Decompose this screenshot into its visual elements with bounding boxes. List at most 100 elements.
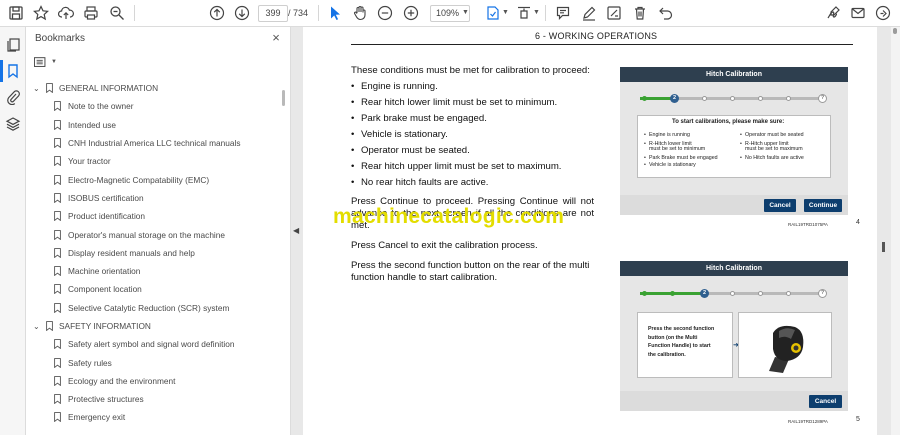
layers-icon[interactable]: [5, 116, 21, 132]
bookmark-icon: [54, 101, 61, 112]
progress-step-done: [670, 291, 675, 296]
bookmark-item[interactable]: Selective Catalytic Reduction (SCR) syst…: [26, 299, 282, 317]
bookmark-options-button[interactable]: ▼: [34, 54, 60, 70]
bookmark-item[interactable]: Product identification: [26, 207, 282, 225]
attachment-icon[interactable]: [5, 89, 21, 106]
undo-icon[interactable]: [656, 3, 676, 23]
bookmark-icon: [54, 174, 61, 185]
bookmark-section[interactable]: ⌄ SAFETY INFORMATION: [26, 317, 282, 335]
navigation-rail: [0, 27, 26, 435]
zoom-in-icon[interactable]: [401, 3, 421, 23]
cancel-button[interactable]: Cancel: [764, 199, 796, 212]
conditions-card-title: To start calibrations, please make sure:: [672, 119, 785, 125]
comment-icon[interactable]: [553, 3, 573, 23]
progress-step-current: 2: [670, 94, 679, 103]
bookmark-icon: [46, 321, 53, 331]
figure-title: Hitch Calibration: [620, 67, 848, 82]
bookmark-label: Display resident manuals and help: [68, 247, 195, 258]
pages-icon[interactable]: [5, 37, 21, 53]
progress-step: [758, 291, 763, 296]
bookmark-label: Ecology and the environment: [68, 375, 176, 386]
document-scroll-thumb[interactable]: [893, 28, 897, 34]
bookmark-item[interactable]: Ecology and the environment: [26, 372, 282, 390]
document-viewport: 6 - WORKING OPERATIONS These conditions …: [291, 27, 900, 435]
mail-icon[interactable]: [848, 3, 868, 23]
bookmark-item[interactable]: Display resident manuals and help: [26, 244, 282, 262]
figure-hitch-calibration-conditions: Hitch Calibration 2 ? To start calibrati…: [620, 67, 848, 215]
condition-bullet: • Vehicle is stationary.: [351, 129, 448, 140]
bookmark-section[interactable]: ⌄ GENERAL INFORMATION: [26, 79, 282, 97]
save-icon[interactable]: [6, 3, 26, 23]
zoom-search-icon[interactable]: [107, 3, 127, 23]
bookmarks-scrollbar[interactable]: [281, 79, 287, 435]
bookmarks-panel: Bookmarks × ▼ ⌄ GENERAL INFORMATION Note t…: [26, 27, 291, 435]
hand-icon[interactable]: [350, 3, 370, 23]
bookmark-icon: [54, 412, 61, 423]
paragraph-cancel: Press Cancel to exit the calibration pro…: [351, 240, 538, 251]
star-icon[interactable]: [31, 3, 51, 23]
sign-icon[interactable]: [824, 3, 844, 23]
bookmark-icon[interactable]: [5, 63, 21, 79]
bookmark-icon: [54, 376, 61, 386]
upload-icon[interactable]: [56, 3, 76, 23]
progress-step: [702, 96, 707, 101]
continue-button[interactable]: Continue: [804, 199, 842, 212]
bookmarks-scroll-thumb[interactable]: [282, 90, 285, 106]
bookmark-label: Emergency exit: [68, 412, 126, 423]
eraser-icon[interactable]: [604, 3, 624, 23]
expand-right-panel-handle[interactable]: [882, 242, 885, 252]
bookmark-item[interactable]: Safety alert symbol and signal word defi…: [26, 335, 282, 353]
bookmark-item[interactable]: Component location: [26, 280, 282, 298]
bookmark-label: Intended use: [68, 119, 116, 130]
pen-icon[interactable]: [579, 3, 599, 23]
bookmark-item[interactable]: Protective structures: [26, 390, 282, 408]
figure-title: Hitch Calibration: [620, 261, 848, 276]
bookmark-item[interactable]: Machine orientation: [26, 262, 282, 280]
active-indicator: [0, 60, 3, 82]
collapse-panel-arrow-icon[interactable]: ◀: [293, 226, 299, 235]
condition-item: • Engine is running: [644, 132, 690, 138]
bookmark-icon: [54, 229, 61, 240]
fit-page-icon[interactable]: [483, 3, 503, 23]
select-cursor-icon[interactable]: [325, 3, 345, 23]
delete-icon[interactable]: [630, 3, 650, 23]
share-icon[interactable]: [873, 3, 893, 23]
bookmark-item[interactable]: Emergency exit: [26, 408, 282, 426]
bookmark-item[interactable]: Note to the owner: [26, 97, 282, 115]
bookmark-item[interactable]: Operator's manual storage on the machine: [26, 225, 282, 243]
page-total-label: / 734: [288, 8, 309, 18]
bookmark-item[interactable]: Your tractor: [26, 152, 282, 170]
bookmark-label: Machine orientation: [68, 266, 141, 277]
conditions-card: To start calibrations, please make sure:…: [637, 115, 831, 178]
chevron-down-icon[interactable]: ⌄: [33, 84, 40, 93]
chevron-down-icon[interactable]: ▼: [502, 9, 509, 16]
bookmark-item[interactable]: Safety rules: [26, 353, 282, 371]
bookmark-item[interactable]: Intended use: [26, 116, 282, 134]
toolbar-divider: [134, 5, 135, 21]
handle-image-card: [738, 312, 832, 378]
bookmark-label: Selective Catalytic Reduction (SCR) syst…: [68, 302, 230, 313]
chevron-down-icon[interactable]: ▼: [462, 9, 469, 16]
document-scrollbar[interactable]: [891, 27, 900, 435]
bookmark-label: Safety alert symbol and signal word defi…: [68, 339, 235, 350]
progress-step-final: ?: [818, 289, 827, 298]
cancel-button[interactable]: Cancel: [809, 395, 842, 408]
close-icon[interactable]: ×: [268, 30, 284, 46]
paragraph-second-function: Press the second function button on the …: [351, 260, 590, 283]
progress-step-final: ?: [818, 94, 827, 103]
page-number-input[interactable]: 399: [258, 5, 288, 22]
bookmark-item[interactable]: Electro-Magnetic Compatability (EMC): [26, 170, 282, 188]
chevron-down-icon[interactable]: ⌄: [33, 322, 40, 331]
scroll-mode-icon[interactable]: [514, 3, 534, 23]
prev-page-icon[interactable]: [207, 3, 227, 23]
chevron-down-icon[interactable]: ▼: [533, 9, 540, 16]
bookmark-item[interactable]: ISOBUS certification: [26, 189, 282, 207]
next-page-icon[interactable]: [232, 3, 252, 23]
progress-step-done: [642, 291, 647, 296]
zoom-out-icon[interactable]: [375, 3, 395, 23]
condition-item-continued: must be set to maximum: [745, 146, 803, 153]
bookmark-icon: [54, 138, 61, 149]
bookmark-icon: [54, 339, 61, 350]
print-icon[interactable]: [81, 3, 101, 23]
bookmark-item[interactable]: CNH Industrial America LLC technical man…: [26, 134, 282, 152]
